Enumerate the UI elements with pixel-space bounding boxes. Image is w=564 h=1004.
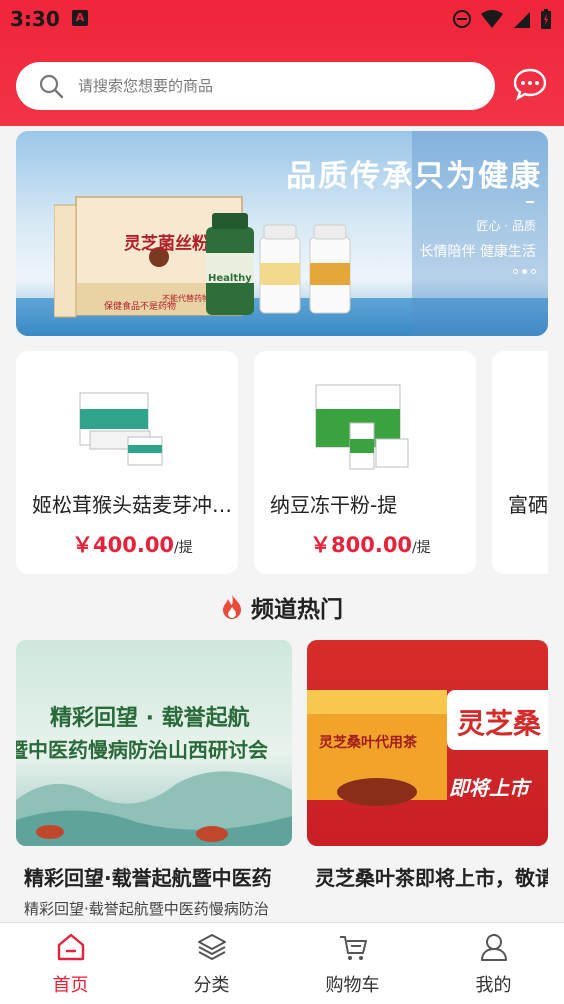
product-price-value: ￥400.00 [72,533,175,557]
news-image-title: 灵芝桑叶代用茶 [319,735,417,751]
mountains-image [16,771,292,846]
product-carousel[interactable]: 姬松茸猴头菇麦芽冲剂-提 ￥400.00/提 纳豆冻干粉-提 ￥800.00/提… [16,351,548,574]
layers-icon [198,934,226,960]
tab-label: 分类 [193,975,230,996]
banner-dot [513,269,518,274]
news-image-subtitle: 暨中医药慢病防治山西研讨会 [16,738,268,762]
tab-home[interactable]: 首页 [0,923,141,1004]
product-price: ￥400.00/提 [72,529,193,559]
notification-icon: A [72,10,88,26]
product-price-value: ￥800.00 [310,533,413,557]
banner-subtitle-2: 长情陪伴 健康生活 [419,244,536,260]
signal-icon [514,12,530,28]
product-card[interactable]: 富硒 [492,351,548,574]
news-image-right: 灵芝桑 [457,707,542,740]
banner-dot-active [522,269,527,274]
tea-box-image [307,690,447,806]
fire-icon [223,595,241,619]
home-icon [57,933,85,961]
tab-label: 购物车 [325,975,380,996]
news-subtitle: 精彩回望·载誉起航暨中医药慢病防治 [24,900,269,918]
search-bar[interactable] [16,62,495,110]
message-icon[interactable] [512,66,548,102]
banner-box-label: 灵芝菌丝粉 [124,234,209,254]
product-image [315,384,409,470]
banner-bottle-label: Healthy [208,273,252,284]
banner-subtitle-1: 匠心 · 品质 [476,219,536,233]
banner-dash [526,201,534,203]
bottles-image [206,213,351,315]
product-price: ￥800.00/提 [310,529,431,559]
product-price-unit: /提 [174,540,193,556]
status-bar: 3:30 A [0,0,564,40]
news-image: 精彩回望 · 载誉起航 暨中医药慢病防治山西研讨会 [16,640,292,846]
news-card[interactable]: 精彩回望 · 载誉起航 暨中医药慢病防治山西研讨会 精彩回望·载誉起航暨中医药 … [16,640,292,920]
product-card[interactable]: 纳豆冻干粉-提 ￥800.00/提 [254,351,476,574]
status-icons [452,8,552,30]
news-image-title: 精彩回望 · 载誉起航 [50,706,250,731]
news-title: 精彩回望·载誉起航暨中医药 [24,866,272,890]
tab-cart[interactable]: 购物车 [282,923,423,1004]
banner-title: 品质传承只为健康 [286,159,542,194]
do-not-disturb-icon [453,10,471,28]
user-icon [481,934,507,961]
banner-pagination [513,269,536,274]
product-name: 姬松茸猴头菇麦芽冲剂-提 [32,493,232,517]
bottom-tab-bar: 首页 分类 购物车 我的 [0,922,564,1004]
news-title: 灵芝桑叶茶即将上市，敬请 [315,866,548,890]
banner-dot [531,269,536,274]
news-image: 灵芝桑 灵芝桑叶代用茶 即将上市 [307,640,548,846]
product-card[interactable]: 姬松茸猴头菇麦芽冲剂-提 ￥400.00/提 [16,351,238,574]
search-icon [39,74,64,99]
battery-icon [541,9,551,29]
product-image [79,392,163,466]
tab-mine[interactable]: 我的 [423,923,564,1004]
tab-label: 首页 [52,975,89,996]
tab-label: 我的 [475,975,512,996]
section-title: 频道热门 [251,597,343,623]
cart-icon [340,936,367,960]
news-image-subtitle: 即将上市 [449,776,529,800]
product-name: 纳豆冻干粉-提 [270,493,398,517]
status-time: 3:30 [10,7,60,31]
tab-category[interactable]: 分类 [141,923,282,1004]
section-header: 频道热门 [0,590,564,624]
promo-banner[interactable]: 灵芝菌丝粉 保健食品不是药物 不能代替药物治疗 Healthy 品质传承只为健康… [16,131,548,336]
product-name: 富硒 [508,493,548,517]
news-card[interactable]: 灵芝桑 灵芝桑叶代用茶 即将上市 灵芝桑叶茶即将上市，敬请 [307,640,548,920]
wifi-icon [481,10,503,28]
product-price-unit: /提 [412,540,431,556]
search-input[interactable] [78,77,458,95]
